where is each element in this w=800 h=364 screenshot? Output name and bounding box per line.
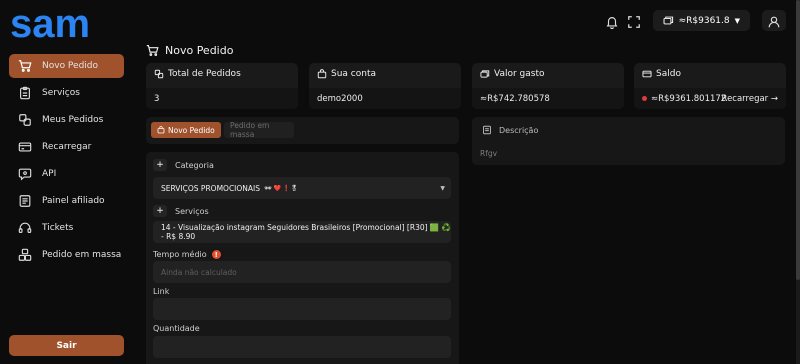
status-dot [642, 96, 647, 101]
card-icon [642, 69, 652, 79]
sidebar-nav: Novo Pedido Serviços Meus Pedidos Recarr… [9, 54, 124, 270]
sidebar-item-label: Pedido em massa [42, 250, 122, 260]
category-value: SERVIÇOS PROMOCIONAIS [161, 183, 261, 193]
stat-value: ≈R$9361.801172 Recarregar → [634, 88, 786, 109]
fullscreen-icon[interactable] [627, 14, 641, 28]
page-title-text: Novo Pedido [165, 44, 234, 57]
orders-icon [154, 69, 164, 79]
services-label: Serviços [175, 207, 209, 216]
sidebar: sam Novo Pedido Serviços Meus Pedidos Re… [0, 0, 133, 364]
avg-time-field: Ainda não calculado [153, 261, 451, 283]
sidebar-item-servicos[interactable]: Serviços [9, 81, 124, 105]
sidebar-item-novo-pedido[interactable]: Novo Pedido [9, 54, 124, 78]
bell-icon[interactable] [605, 14, 619, 29]
sidebar-item-meus-pedidos[interactable]: Meus Pedidos [9, 108, 124, 132]
user-menu-button[interactable] [762, 10, 786, 31]
stat-value: demo2000 [309, 88, 461, 109]
recharge-link[interactable]: Recarregar → [722, 94, 778, 104]
sidebar-item-label: Tickets [42, 223, 74, 233]
service-value: 14 - Visualização instagram Seguidores B… [161, 223, 451, 241]
boxes-icon [18, 248, 32, 262]
description-body: Rfgv [480, 149, 498, 158]
description-card: Descrição Rfgv [472, 117, 785, 165]
bag-icon [317, 69, 327, 79]
scrollbar[interactable] [796, 0, 800, 364]
avg-time-label: Tempo médio ! [153, 250, 221, 259]
api-icon [18, 167, 32, 181]
category-add-button[interactable]: + [153, 159, 167, 171]
sidebar-item-painel-afiliado[interactable]: Painel afiliado [9, 189, 124, 213]
category-emojis: 🕶 ❤️ ❗🎖 [264, 184, 299, 192]
chevron-down-icon: ▼ [734, 16, 740, 25]
user-icon [767, 14, 781, 28]
sidebar-item-api[interactable]: API [9, 162, 124, 186]
sidebar-item-label: Meus Pedidos [42, 115, 104, 125]
stat-sua-conta: Sua conta demo2000 [309, 63, 461, 109]
service-select[interactable]: 14 - Visualização instagram Seguidores B… [153, 221, 451, 243]
orders-icon [18, 113, 32, 127]
app: sam Novo Pedido Serviços Meus Pedidos Re… [0, 0, 800, 364]
scrollbar-thumb[interactable] [796, 0, 800, 280]
info-icon[interactable]: ! [211, 250, 221, 259]
link-input[interactable] [153, 298, 451, 320]
tab-pedido-em-massa[interactable]: Pedido em massa [224, 121, 294, 139]
tab-novo-pedido[interactable]: Novo Pedido [151, 122, 221, 138]
sidebar-item-label: API [42, 169, 57, 179]
sidebar-item-label: Recarregar [42, 142, 92, 152]
sidebar-item-recarregar[interactable]: Recarregar [9, 135, 124, 159]
cart-icon [18, 59, 32, 73]
category-label: Categoria [175, 161, 214, 170]
wallet-icon [480, 69, 490, 79]
stat-label: Total de Pedidos [168, 69, 241, 79]
order-form: + Categoria SERVIÇOS PROMOCIONAIS 🕶 ❤️ ❗… [146, 152, 459, 364]
services-add-button[interactable]: + [153, 205, 167, 217]
cart-icon [146, 44, 159, 57]
stat-label: Valor gasto [494, 69, 545, 79]
order-tabs: Novo Pedido Pedido em massa [146, 117, 459, 144]
headset-icon [18, 221, 32, 235]
link-label: Link [153, 287, 170, 296]
sidebar-item-label: Novo Pedido [42, 61, 99, 71]
document-icon [18, 194, 32, 208]
stat-total-pedidos: Total de Pedidos 3 [146, 63, 298, 109]
sidebar-item-label: Serviços [42, 88, 80, 98]
stat-value: 3 [146, 88, 298, 109]
stat-value-text: demo2000 [317, 93, 363, 104]
logout-button[interactable]: Sair [9, 335, 124, 356]
page-title: Novo Pedido [146, 44, 233, 57]
avg-time-placeholder: Ainda não calculado [161, 267, 237, 277]
sidebar-item-tickets[interactable]: Tickets [9, 216, 124, 240]
logo[interactable]: sam [10, 2, 90, 47]
stat-saldo: Saldo ≈R$9361.801172 Recarregar → [634, 63, 786, 109]
stat-value: ≈R$742.780578 [472, 88, 624, 109]
balance-value: ≈R$9361.8 [678, 15, 730, 26]
stat-valor-gasto: Valor gasto ≈R$742.780578 [472, 63, 624, 109]
avg-time-label-text: Tempo médio [153, 250, 207, 259]
stat-value-text: 3 [154, 93, 160, 104]
sidebar-item-label: Painel afiliado [42, 196, 105, 206]
category-select[interactable]: SERVIÇOS PROMOCIONAIS 🕶 ❤️ ❗🎖 ▼ [153, 177, 451, 199]
quantity-input[interactable] [153, 336, 451, 358]
wallet-icon [663, 15, 674, 26]
sidebar-item-pedido-em-massa[interactable]: Pedido em massa [9, 243, 124, 267]
stat-value-text: ≈R$9361.801172 [651, 93, 727, 104]
topbar: ≈R$9361.8 ▼ [605, 10, 786, 31]
stat-label: Sua conta [331, 69, 376, 79]
description-label: Descrição [499, 125, 539, 135]
balance-dropdown[interactable]: ≈R$9361.8 ▼ [652, 10, 750, 31]
card-icon [18, 140, 32, 154]
stat-value-text: ≈R$742.780578 [480, 93, 550, 104]
tab-label: Novo Pedido [168, 125, 215, 135]
quantity-label: Quantidade [153, 324, 200, 333]
document-icon [482, 125, 492, 135]
clipboard-icon [18, 86, 32, 100]
bag-icon [157, 126, 165, 134]
chevron-down-icon: ▼ [440, 184, 445, 192]
stat-label: Saldo [656, 69, 681, 79]
